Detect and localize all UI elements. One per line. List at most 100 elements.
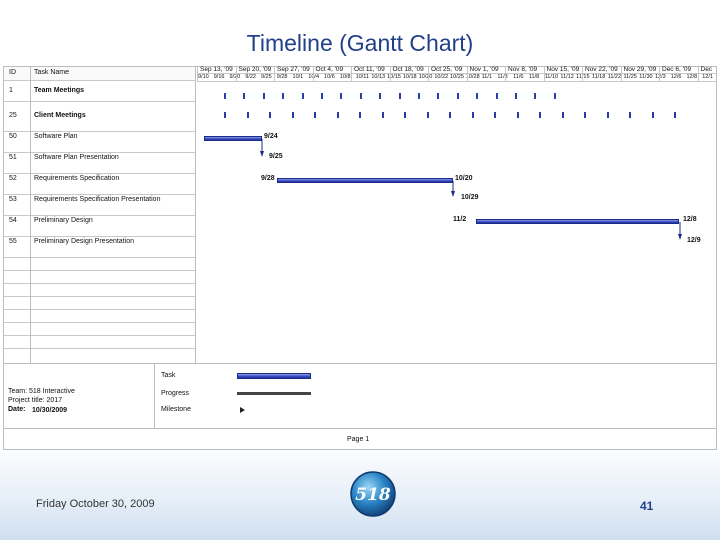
week-label: Sep 27, '09	[277, 66, 310, 73]
team-meeting-tick[interactable]	[456, 93, 459, 99]
client-meeting-tick[interactable]	[539, 112, 541, 118]
week-gridline	[428, 67, 429, 81]
week-label: Oct 18, '09	[392, 66, 424, 73]
team-meeting-tick[interactable]	[437, 93, 440, 99]
table-row[interactable]: 54 Preliminary Design	[4, 216, 196, 237]
day-label: 9/22	[245, 74, 256, 80]
row-id: 52	[9, 175, 17, 182]
gantt-chart-area: Sep 13, '09 Sep 20, '09 Sep 27, '09 Oct 4, …	[197, 66, 717, 363]
client-meeting-tick[interactable]	[449, 112, 451, 118]
row-id: 25	[9, 112, 17, 119]
legend-task-bar	[237, 373, 311, 379]
table-row[interactable]: 51 Software Plan Presentation	[4, 153, 196, 174]
client-meeting-tick[interactable]	[336, 112, 339, 118]
row-id: 53	[9, 196, 17, 203]
client-meeting-tick[interactable]	[606, 112, 609, 118]
week-label: Nov 15, '09	[546, 66, 580, 73]
team-meeting-tick[interactable]	[243, 93, 246, 99]
client-meeting-tick[interactable]	[629, 112, 631, 118]
day-label: 10/25	[450, 74, 464, 80]
legend-progress-bar	[237, 392, 311, 395]
week-gridline	[274, 67, 275, 81]
client-meeting-tick[interactable]	[246, 112, 249, 118]
day-label: 12/3	[654, 74, 666, 80]
legend-box: Team: 518 Interactive Project title: 201…	[4, 363, 716, 428]
client-meeting-tick[interactable]	[516, 112, 519, 118]
legend-team: Team: 518 Interactive	[8, 388, 75, 395]
row-id: 1	[9, 87, 13, 94]
table-row[interactable]: 55 Preliminary Design Presentation	[4, 237, 196, 258]
table-row[interactable]: 52 Requirements Specification	[4, 174, 196, 195]
table-row[interactable]: 50 Software Plan	[4, 132, 196, 153]
software-plan-bar[interactable]	[204, 136, 262, 141]
day-label: 9/10	[198, 74, 209, 80]
week-label: Sep 20, '09	[238, 66, 272, 73]
req-spec-start-label: 9/28	[261, 175, 275, 182]
team-meeting-tick[interactable]	[418, 93, 420, 99]
row-id: 55	[9, 238, 17, 245]
client-meeting-tick[interactable]	[404, 112, 406, 118]
team-meeting-tick[interactable]	[476, 93, 479, 99]
team-meeting-tick[interactable]	[495, 93, 498, 99]
team-meeting-tick[interactable]	[515, 93, 517, 99]
day-label: 11/8	[528, 74, 540, 80]
week-label: Dec 6, '09	[662, 66, 692, 73]
empty-row	[4, 284, 196, 297]
client-meeting-tick[interactable]	[381, 112, 384, 118]
team-meeting-tick[interactable]	[301, 93, 304, 99]
requirements-spec-bar[interactable]	[277, 178, 453, 183]
client-meeting-tick[interactable]	[471, 112, 474, 118]
legend-date-label: Date:	[8, 406, 26, 413]
day-label: 10/20	[418, 74, 433, 80]
day-label: 10/11	[355, 74, 369, 80]
client-meeting-tick[interactable]	[651, 112, 654, 118]
day-label: 10/22	[434, 74, 449, 80]
day-label: 11/22	[607, 74, 622, 80]
day-label: 11/3	[497, 74, 508, 80]
day-label: 10/8	[339, 74, 351, 80]
week-gridline	[389, 67, 391, 81]
legend-date-value: 10/30/2009	[32, 407, 68, 414]
client-meeting-tick[interactable]	[674, 112, 676, 118]
gantt-sheet: ID Task Name 1 Team Meetings 25 Client M…	[3, 66, 717, 450]
team-meeting-tick[interactable]	[262, 93, 265, 99]
team-meeting-tick[interactable]	[534, 93, 537, 99]
week-gridline	[659, 67, 660, 81]
client-meeting-tick[interactable]	[494, 112, 496, 118]
table-row[interactable]: 1 Team Meetings	[4, 81, 196, 102]
week-label: Oct 25, '09	[431, 66, 463, 73]
team-meeting-tick[interactable]	[553, 93, 556, 99]
day-label: 12/6	[670, 74, 682, 80]
team-meeting-tick[interactable]	[398, 93, 401, 99]
req-spec-presentation-label: 10/29	[461, 194, 479, 201]
client-meeting-tick[interactable]	[224, 112, 226, 118]
team-meeting-tick[interactable]	[379, 93, 382, 99]
team-meeting-tick[interactable]	[340, 93, 343, 99]
client-meeting-tick[interactable]	[561, 112, 564, 118]
day-label: 10/28	[465, 74, 480, 80]
timescale-divider	[197, 81, 717, 82]
client-meeting-tick[interactable]	[314, 112, 316, 118]
legend-project: Project title: 2017	[8, 397, 63, 404]
client-meeting-tick[interactable]	[426, 112, 429, 118]
empty-row	[4, 271, 196, 284]
table-row[interactable]: 25 Client Meetings	[4, 102, 196, 132]
legend-key: Task Progress Milestone	[154, 364, 717, 428]
client-meeting-tick[interactable]	[584, 112, 586, 118]
week-label: Oct 11, '09	[354, 66, 385, 73]
id-header: ID	[9, 69, 16, 76]
day-label: 11/18	[591, 74, 606, 80]
client-meeting-tick[interactable]	[291, 112, 294, 118]
client-meeting-tick[interactable]	[359, 112, 361, 118]
team-meeting-tick[interactable]	[224, 93, 226, 99]
week-gridline	[312, 67, 314, 81]
table-row[interactable]: 53 Requirements Specification Presentati…	[4, 195, 196, 216]
client-meeting-tick[interactable]	[269, 112, 271, 118]
week-gridline	[197, 67, 198, 81]
team-meeting-tick[interactable]	[282, 93, 285, 99]
team-meeting-tick[interactable]	[359, 93, 362, 99]
table-header: ID Task Name	[4, 67, 196, 81]
preliminary-design-bar[interactable]	[476, 219, 679, 224]
team-meeting-tick[interactable]	[321, 93, 323, 99]
week-gridline	[543, 67, 545, 81]
